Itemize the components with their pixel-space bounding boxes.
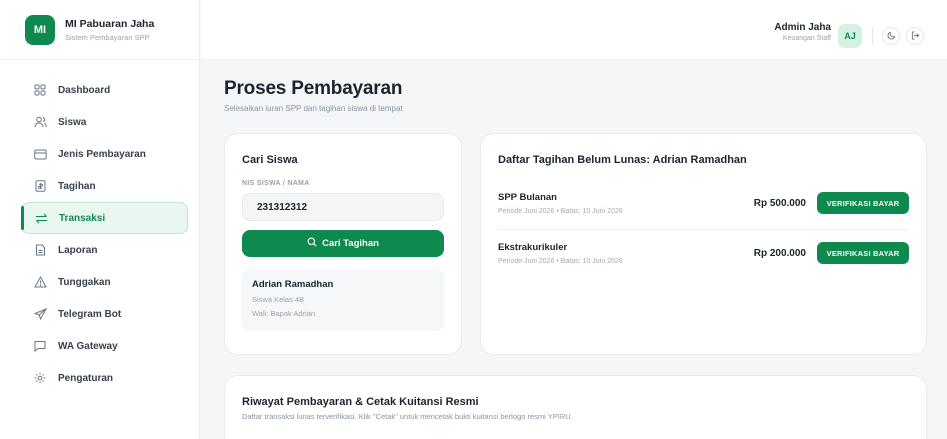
- sidebar-item-label: Laporan: [58, 244, 98, 256]
- sidebar-item-tunggakan[interactable]: Tunggakan: [21, 266, 188, 298]
- search-icon: [307, 237, 322, 250]
- payment-history-card: Riwayat Pembayaran & Cetak Kuitansi Resm…: [224, 375, 927, 439]
- sidebar-item-wa-gateway[interactable]: WA Gateway: [21, 330, 188, 362]
- student-name: Adrian Ramadhan: [252, 279, 334, 290]
- bill-item: Ekstrakurikuler Periode Juni 2026 • Bata…: [498, 242, 909, 265]
- bill-amount: Rp 200.000: [753, 248, 806, 259]
- sidebar-item-label: Dashboard: [58, 84, 111, 96]
- sidebar-item-laporan[interactable]: Laporan: [21, 234, 188, 266]
- student-search-input[interactable]: 231312312: [242, 193, 444, 221]
- swap-icon: [34, 211, 48, 225]
- search-student-card: Cari Siswa NIS SISWA / NAMA 231312312 Ca…: [224, 133, 462, 355]
- card-title: Daftar Tagihan Belum Lunas: Adrian Ramad…: [498, 154, 747, 166]
- sidebar-item-label: Pengaturan: [58, 372, 114, 384]
- sidebar-item-label: Tunggakan: [58, 276, 111, 288]
- user-name: Admin Jaha: [774, 22, 831, 33]
- card-title: Cari Siswa: [242, 154, 298, 166]
- field-label: NIS SISWA / NAMA: [242, 180, 310, 187]
- card-icon: [33, 147, 47, 161]
- brand-name: MI Pabuaran Jaha: [65, 17, 155, 30]
- logout-button[interactable]: [906, 27, 924, 45]
- student-class: Siswa Kelas 4B: [252, 295, 305, 304]
- theme-toggle-button[interactable]: [882, 27, 900, 45]
- sidebar-item-label: Siswa: [58, 116, 87, 128]
- gear-icon: [33, 371, 47, 385]
- sidebar-item-siswa[interactable]: Siswa: [21, 106, 188, 138]
- send-icon: [33, 307, 47, 321]
- sidebar-item-label: Transaksi: [59, 212, 106, 224]
- sidebar: MI MI Pabuaran Jaha Sistem Pembayaran SP…: [0, 0, 200, 439]
- logout-icon: [911, 27, 920, 45]
- verify-payment-button[interactable]: VERIFIKASI BAYAR: [817, 192, 909, 214]
- brand-subtitle: Sistem Pembayaran SPP: [65, 32, 150, 42]
- bill-amount: Rp 500.000: [753, 198, 806, 209]
- sidebar-item-transaksi[interactable]: Transaksi: [21, 202, 188, 234]
- search-bill-button[interactable]: Cari Tagihan: [242, 230, 444, 257]
- card-subtitle: Daftar transaksi lunas terverifikasi. Kl…: [242, 412, 573, 421]
- sidebar-item-pengaturan[interactable]: Pengaturan: [21, 362, 188, 394]
- topbar: Admin Jaha Keuangan Staff AJ: [201, 0, 947, 60]
- page-subtitle: Selesaikan iuran SPP dan tagihan siswa d…: [224, 104, 403, 113]
- sidebar-item-label: Jenis Pembayaran: [58, 148, 146, 160]
- user-role: Keuangan Staff: [782, 35, 831, 42]
- brand: MI MI Pabuaran Jaha Sistem Pembayaran SP…: [0, 0, 199, 60]
- moon-icon: [887, 27, 896, 45]
- search-button-label: Cari Tagihan: [322, 238, 379, 249]
- sidebar-item-jenis-pembayaran[interactable]: Jenis Pembayaran: [21, 138, 188, 170]
- sidebar-item-dashboard[interactable]: Dashboard: [21, 74, 188, 106]
- bill-item: SPP Bulanan Periode Juni 2026 • Batas: 1…: [498, 192, 909, 215]
- page-title: Proses Pembayaran: [224, 78, 403, 99]
- student-guardian: Wali: Bapak Adrian: [252, 309, 316, 318]
- sidebar-nav: Dashboard Siswa Jenis Pembayaran Tagihan…: [0, 74, 200, 394]
- sidebar-item-tagihan[interactable]: Tagihan: [21, 170, 188, 202]
- unpaid-bills-card: Daftar Tagihan Belum Lunas: Adrian Ramad…: [480, 133, 927, 355]
- chat-icon: [33, 339, 47, 353]
- users-icon: [33, 115, 47, 129]
- sidebar-item-label: Tagihan: [58, 180, 96, 192]
- receipt-icon: [33, 179, 47, 193]
- divider: [872, 28, 873, 44]
- verify-payment-button[interactable]: VERIFIKASI BAYAR: [817, 242, 909, 264]
- student-info: Adrian Ramadhan Siswa Kelas 4B Wali: Bap…: [242, 269, 444, 331]
- document-icon: [33, 243, 47, 257]
- card-title: Riwayat Pembayaran & Cetak Kuitansi Resm…: [242, 396, 479, 408]
- grid-icon: [33, 83, 47, 97]
- brand-logo: MI: [25, 14, 55, 45]
- divider: [498, 229, 909, 230]
- avatar[interactable]: AJ: [838, 24, 862, 48]
- warning-icon: [33, 275, 47, 289]
- sidebar-item-label: WA Gateway: [58, 340, 118, 352]
- user-info: Admin Jaha Keuangan Staff: [774, 22, 831, 42]
- sidebar-item-label: Telegram Bot: [58, 308, 122, 320]
- sidebar-item-telegram-bot[interactable]: Telegram Bot: [21, 298, 188, 330]
